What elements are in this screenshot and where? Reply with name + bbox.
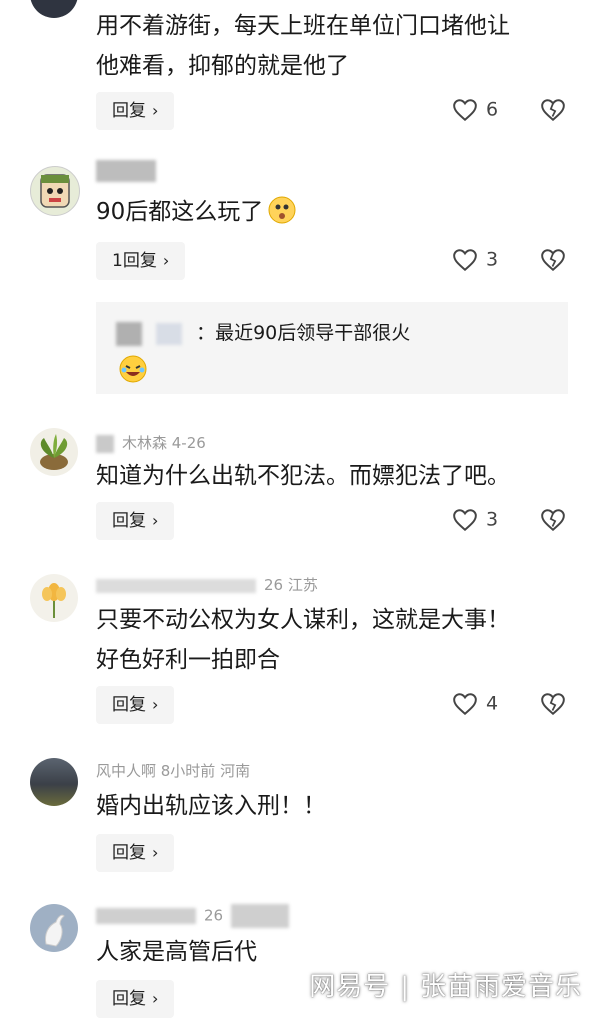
reply-label: 回复 [112,843,146,863]
comment-line: 用不着游街，每天上班在单位门口堵他让 [96,13,510,39]
broken-heart-icon [541,693,565,716]
watermark-brand: 网易号 [309,972,391,1002]
redacted-username [116,321,142,346]
chevron-right-icon: › [152,511,159,530]
heart-outline-icon [453,249,477,272]
sub-reply-text: ：最近90后领导干部很火 [196,322,411,344]
like-button[interactable]: 3 [452,248,498,272]
sub-reply-line: ：最近90后领导干部很火 [116,318,410,346]
reply-label: 回复 [112,989,146,1009]
reply-label: 回复 [112,101,146,121]
cartoon-face-avatar-icon [40,174,70,208]
comment-line: 90后都这么玩了 [96,199,264,225]
like-button[interactable]: 6 [452,98,498,122]
watermark: 网易号 | 张苗雨爱音乐 [309,966,582,1003]
redacted-username [96,434,114,453]
comment-line: 婚内出轨应该入刑！！ [96,793,326,819]
plant-avatar-icon [40,434,68,470]
avatar[interactable] [30,166,80,216]
flower-avatar-icon [42,583,66,618]
like-count: 4 [486,692,499,715]
avatar[interactable] [30,758,78,806]
chevron-right-icon: › [152,101,159,120]
like-count: 6 [486,98,499,121]
comment-line: 人家是高管后代 [96,939,257,965]
reply-button[interactable]: 回复 › [96,92,175,130]
comment-line: 知道为什么出轨不犯法。而嫖犯法了吧。 [96,463,510,489]
meta-text: 26 [204,906,224,925]
surprised-emoji-icon [268,196,296,224]
comment-text: 婚内出轨应该入刑！！ [96,786,576,826]
avatar[interactable] [30,574,78,622]
bird-avatar-icon [45,914,65,947]
heart-outline-icon [453,693,477,716]
like-button[interactable]: 4 [452,692,498,716]
meta-text: 26 江苏 [264,576,318,594]
redacted-username [96,160,156,182]
reply-button[interactable]: 回复 › [96,502,175,540]
redacted-username [231,904,290,928]
avatar[interactable] [30,428,78,476]
comment-meta [96,160,164,182]
sub-reply-preview[interactable]: ：最近90后领导干部很火 [96,302,568,394]
comment-meta: 木林森 4-26 [96,432,206,453]
chevron-right-icon: › [152,989,159,1008]
reply-button[interactable]: 回复 › [96,980,175,1018]
reply-label: 1回复 [112,251,157,271]
chevron-right-icon: › [152,843,159,862]
redacted-username [156,322,183,345]
broken-heart-icon [541,99,565,122]
avatar[interactable] [30,904,78,952]
comment-meta: 26 江苏 [96,574,318,595]
reply-label: 回复 [112,511,146,531]
broken-heart-icon [541,249,565,272]
reply-button[interactable]: 回复 › [96,834,175,872]
like-button[interactable]: 3 [452,508,498,532]
dislike-button[interactable] [540,692,566,720]
watermark-author: 张苗雨爱音乐 [419,972,582,1002]
like-count: 3 [486,248,499,271]
redacted-username [96,578,256,593]
comment-meta: 风中人啊 8小时前 河南 [96,760,250,781]
comment-line: 他难看，抑郁的就是他了 [96,53,349,79]
laughing-crying-emoji-icon [119,355,147,383]
comment-text: 知道为什么出轨不犯法。而嫖犯法了吧。 [96,456,576,496]
comment-text: 只要不动公权为女人谋利，这就是大事！ 好色好利一拍即合 [96,600,576,680]
watermark-separator: | [400,972,410,1002]
chevron-right-icon: › [162,251,170,270]
meta-text: 木林森 4-26 [122,434,206,452]
comment-line: 好色好利一拍即合 [96,647,280,673]
dislike-button[interactable] [540,508,566,536]
heart-outline-icon [453,99,477,122]
comment-text: 90后都这么玩了 [96,192,576,232]
reply-button[interactable]: 1回复 › [96,242,186,280]
heart-outline-icon [453,509,477,532]
dislike-button[interactable] [540,98,566,126]
like-count: 3 [486,508,499,531]
redacted-username [96,908,196,924]
meta-text: 风中人啊 8小时前 河南 [96,762,251,780]
broken-heart-icon [541,509,565,532]
comment-text: 用不着游街，每天上班在单位门口堵他让 他难看，抑郁的就是他了 [96,6,576,86]
comment-line: 只要不动公权为女人谋利，这就是大事！ [96,607,510,633]
dislike-button[interactable] [540,248,566,276]
comment-meta: 26 [96,904,297,928]
reply-button[interactable]: 回复 › [96,686,175,724]
avatar[interactable] [30,0,78,18]
reply-label: 回复 [112,695,146,715]
chevron-right-icon: › [152,695,159,714]
